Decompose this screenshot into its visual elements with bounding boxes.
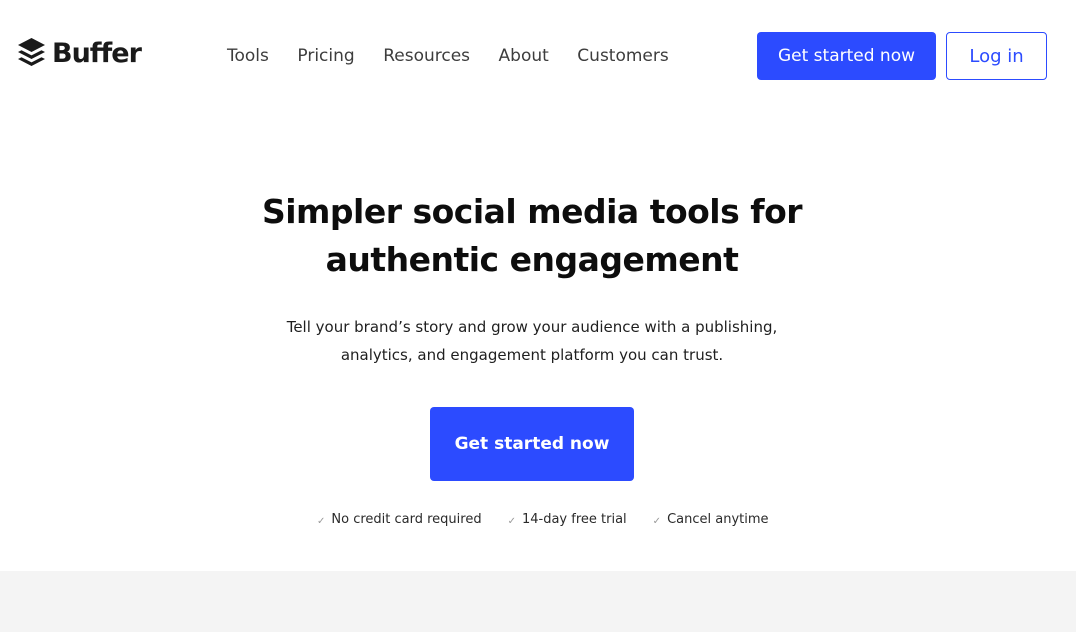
- hero-title: Simpler social media tools for authentic…: [0, 188, 1064, 284]
- hero-subtitle-line-2: analytics, and engagement platform you c…: [340, 346, 724, 364]
- header-get-started-button[interactable]: Get started now: [757, 32, 936, 80]
- perks-list: ✓ No credit card required ✓ 14-day free …: [317, 511, 769, 529]
- nav-item-pricing[interactable]: Pricing: [297, 44, 354, 68]
- perk-no-credit-card: ✓ No credit card required: [317, 511, 482, 529]
- nav-item-resources[interactable]: Resources: [383, 44, 470, 68]
- hero-subtitle-line-1: Tell your brand’s story and grow your au…: [286, 318, 778, 336]
- nav-item-customers[interactable]: Customers: [577, 44, 668, 68]
- site-header: Buffer Tools Pricing Resources About Cus…: [0, 0, 1076, 110]
- hero-get-started-button[interactable]: Get started now: [430, 407, 634, 481]
- login-button[interactable]: Log in: [946, 32, 1047, 80]
- check-icon: ✓: [507, 516, 516, 527]
- hero-title-line-2: authentic engagement: [325, 240, 739, 279]
- next-section-band: [0, 571, 1076, 632]
- perk-label: Cancel anytime: [667, 512, 769, 527]
- stacked-layers-icon: [18, 38, 45, 66]
- nav-item-about[interactable]: About: [499, 44, 549, 68]
- check-icon: ✓: [652, 516, 662, 527]
- perk-cancel-anytime: ✓ Cancel anytime: [653, 511, 769, 529]
- check-icon: ✓: [317, 516, 326, 527]
- hero-subtitle: Tell your brand’s story and grow your au…: [0, 313, 1064, 369]
- nav-item-tools[interactable]: Tools: [227, 44, 269, 68]
- brand-name: Buffer: [52, 38, 142, 69]
- main-nav: Tools Pricing Resources About Customers: [227, 44, 669, 68]
- hero-title-line-1: Simpler social media tools for: [261, 192, 803, 231]
- perk-free-trial: ✓ 14-day free trial: [508, 511, 627, 529]
- perk-label: 14-day free trial: [521, 512, 627, 527]
- buffer-logo[interactable]: Buffer: [17, 37, 142, 70]
- perk-label: No credit card required: [331, 512, 482, 527]
